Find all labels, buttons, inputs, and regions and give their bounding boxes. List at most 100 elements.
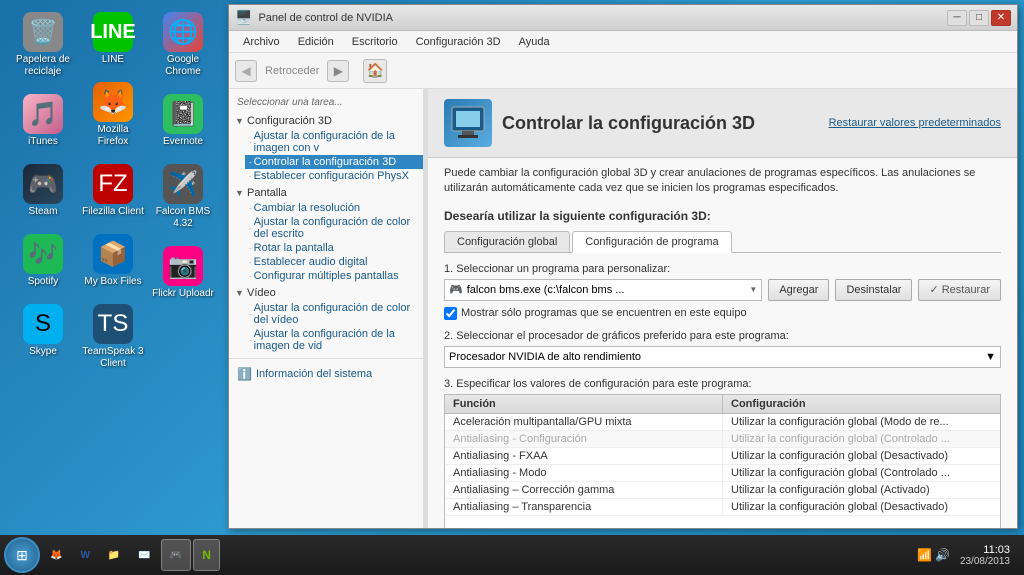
tree-video-image[interactable]: - Ajustar la configuración de la imagen … — [245, 327, 423, 353]
desktop-icon-evernote[interactable]: 📓 Evernote — [148, 90, 218, 152]
tree-multi-screen-link[interactable]: Configurar múltiples pantallas — [254, 270, 399, 282]
tree-color-config[interactable]: - Ajustar la configuración de color del … — [245, 215, 423, 241]
main-content: Seleccionar una tarea... ▼ Configuración… — [229, 89, 1017, 528]
tree-child-control-config[interactable]: - Controlar la configuración 3D — [245, 155, 423, 169]
desktop-icon-line[interactable]: LINE LINE — [78, 8, 148, 70]
desktop-icon-firefox[interactable]: 🦊 Mozilla Firefox — [78, 78, 148, 152]
clock-time: 11:03 — [960, 544, 1010, 556]
program-row: 🎮 falcon bms.exe (c:\falcon bms ... ▼ Ag… — [444, 279, 1001, 301]
tree-multi-screen[interactable]: - Configurar múltiples pantallas — [245, 269, 423, 283]
menu-archivo[interactable]: Archivo — [235, 34, 288, 50]
taskbar-nvidia[interactable]: N — [193, 539, 220, 571]
tree-rotate-link[interactable]: Rotar la pantalla — [254, 242, 334, 254]
back-button[interactable]: ◀ — [235, 60, 257, 82]
info-system-link[interactable]: ℹ️ Información del sistema — [237, 367, 415, 381]
close-button[interactable]: ✕ — [991, 10, 1011, 26]
tree-child-physx-link[interactable]: Establecer configuración PhysX — [254, 170, 409, 182]
tree-config3d-label[interactable]: ▼ Configuración 3D — [229, 113, 423, 129]
taskbar-steam[interactable]: 🎮 — [161, 539, 191, 571]
desktop-icon-steam[interactable]: 🎮 Steam — [8, 160, 78, 222]
desktop-icon-flickr[interactable]: 📷 Flickr Uploadr — [148, 242, 218, 304]
tree-video-color-link[interactable]: Ajustar la configuración de color del ví… — [254, 302, 419, 326]
taskbar-firefox[interactable]: 🦊 — [42, 539, 70, 571]
taskbar-steam-icon: 🎮 — [170, 550, 182, 561]
restore-defaults-button[interactable]: Restaurar valores predeterminados — [829, 117, 1001, 129]
col-header-func: Función — [445, 395, 723, 413]
program-icon: 🎮 — [449, 283, 463, 296]
tree-audio-link[interactable]: Establecer audio digital — [254, 256, 368, 268]
desktop-col3: 🌐 Google Chrome 📓 Evernote ✈️ Falcon BMS… — [148, 8, 218, 304]
taskbar-network-icon: 📶 — [917, 548, 932, 562]
settings-row-3[interactable]: Antialiasing - FXAA Utilizar la configur… — [445, 448, 1000, 465]
gpu-section: 2. Seleccionar el procesador de gráficos… — [444, 330, 1001, 368]
menu-config3d[interactable]: Configuración 3D — [408, 34, 509, 50]
tree-video-color[interactable]: - Ajustar la configuración de color del … — [245, 301, 423, 327]
desktop-icon-myboxfiles[interactable]: 📦 My Box Files — [78, 230, 148, 292]
settings-cell-func-4: Antialiasing - Modo — [445, 465, 723, 481]
show-only-checkbox[interactable] — [444, 307, 457, 320]
menu-escritorio[interactable]: Escritorio — [344, 34, 406, 50]
panel-section-title: Desearía utilizar la siguiente configura… — [444, 209, 1001, 223]
desktop-icon-falcon[interactable]: ✈️ Falcon BMS 4.32 — [148, 160, 218, 234]
desktop-icon-recyclebin[interactable]: 🗑️ Papelera dereciclaje — [8, 8, 78, 82]
settings-cell-config-1: Utilizar la configuración global (Modo d… — [723, 414, 1000, 430]
taskbar-right: 📶 🔊 11:03 23/08/2013 — [917, 544, 1020, 567]
settings-row-2[interactable]: Antialiasing - Configuración Utilizar la… — [445, 431, 1000, 448]
settings-cell-func-6: Antialiasing – Transparencia — [445, 499, 723, 515]
settings-row-1[interactable]: Aceleración multipantalla/GPU mixta Util… — [445, 414, 1000, 431]
desktop-icon-teamspeak[interactable]: TS TeamSpeak 3Client — [78, 300, 148, 374]
start-icon: ⊞ — [16, 547, 28, 564]
forward-button[interactable]: ▶ — [327, 60, 349, 82]
desktop-icon-chrome[interactable]: 🌐 Google Chrome — [148, 8, 218, 82]
tab-global-config[interactable]: Configuración global — [444, 231, 570, 252]
minimize-button[interactable]: ─ — [947, 10, 967, 26]
tree-video-image-link[interactable]: Ajustar la configuración de la imagen de… — [254, 328, 419, 352]
program-dropdown[interactable]: 🎮 falcon bms.exe (c:\falcon bms ... ▼ — [444, 279, 762, 301]
taskbar-word-icon: W — [80, 550, 89, 561]
tree-rotate[interactable]: - Rotar la pantalla — [245, 241, 423, 255]
settings-row-5[interactable]: Antialiasing – Corrección gamma Utilizar… — [445, 482, 1000, 499]
gpu-dropdown[interactable]: Procesador NVIDIA de alto rendimiento ▼ — [444, 346, 1001, 368]
taskbar-mail-icon: ✉️ — [138, 550, 150, 561]
tree-video-label[interactable]: ▼ Vídeo — [229, 285, 423, 301]
add-button[interactable]: Agregar — [768, 279, 829, 301]
tree-change-res[interactable]: - Cambiar la resolución — [245, 201, 423, 215]
tree-pantalla-text: Pantalla — [247, 187, 287, 199]
taskbar-mail[interactable]: ✉️ — [130, 539, 158, 571]
tree-audio[interactable]: - Establecer audio digital — [245, 255, 423, 269]
menu-ayuda[interactable]: Ayuda — [511, 34, 558, 50]
tab-program-config[interactable]: Configuración de programa — [572, 231, 731, 253]
start-button[interactable]: ⊞ — [4, 537, 40, 573]
tree-change-res-link[interactable]: Cambiar la resolución — [254, 202, 360, 214]
taskbar-folder[interactable]: 📁 — [100, 539, 128, 571]
panel-icon — [444, 99, 492, 147]
home-button[interactable]: 🏠 — [363, 59, 387, 83]
program-section-label: 1. Seleccionar un programa para personal… — [444, 263, 1001, 275]
settings-row-4[interactable]: Antialiasing - Modo Utilizar la configur… — [445, 465, 1000, 482]
menu-edicion[interactable]: Edición — [290, 34, 342, 50]
settings-table-body[interactable]: Aceleración multipantalla/GPU mixta Util… — [445, 414, 1000, 528]
desktop-icon-itunes[interactable]: 🎵 iTunes — [8, 90, 78, 152]
taskbar: ⊞ 🦊 W 📁 ✉️ 🎮 N 📶 🔊 11:03 23/08/2013 — [0, 535, 1024, 575]
tree-child-physx[interactable]: - Establecer configuración PhysX — [245, 169, 423, 183]
uninstall-button[interactable]: Desinstalar — [835, 279, 912, 301]
tree-color-config-link[interactable]: Ajustar la configuración de color del es… — [254, 216, 419, 240]
taskbar-word[interactable]: W — [72, 539, 97, 571]
info-link-label: Información del sistema — [256, 368, 372, 380]
settings-cell-config-4: Utilizar la configuración global (Contro… — [723, 465, 1000, 481]
sidebar-task-label: Seleccionar una tarea... — [229, 93, 423, 112]
tree-child-adjust-image[interactable]: - Ajustar la configuración de la imagen … — [245, 129, 423, 155]
taskbar-clock[interactable]: 11:03 23/08/2013 — [954, 544, 1016, 567]
sidebar-bottom: ℹ️ Información del sistema — [229, 358, 423, 389]
maximize-button[interactable]: □ — [969, 10, 989, 26]
tree-child-adjust-image-link[interactable]: Ajustar la configuración de la imagen co… — [254, 130, 419, 154]
restore-program-button[interactable]: ✓ Restaurar — [918, 279, 1001, 301]
settings-row-6[interactable]: Antialiasing – Transparencia Utilizar la… — [445, 499, 1000, 516]
desktop-icon-spotify[interactable]: 🎶 Spotify — [8, 230, 78, 292]
taskbar-firefox-icon: 🦊 — [50, 550, 62, 561]
desktop-icon-skype[interactable]: S Skype — [8, 300, 78, 362]
settings-cell-func-2: Antialiasing - Configuración — [445, 431, 723, 447]
tree-pantalla-children: - Cambiar la resolución - Ajustar la con… — [245, 201, 423, 283]
desktop-icon-filezilla[interactable]: FZ Filezilla Client — [78, 160, 148, 222]
tree-pantalla-label[interactable]: ▼ Pantalla — [229, 185, 423, 201]
